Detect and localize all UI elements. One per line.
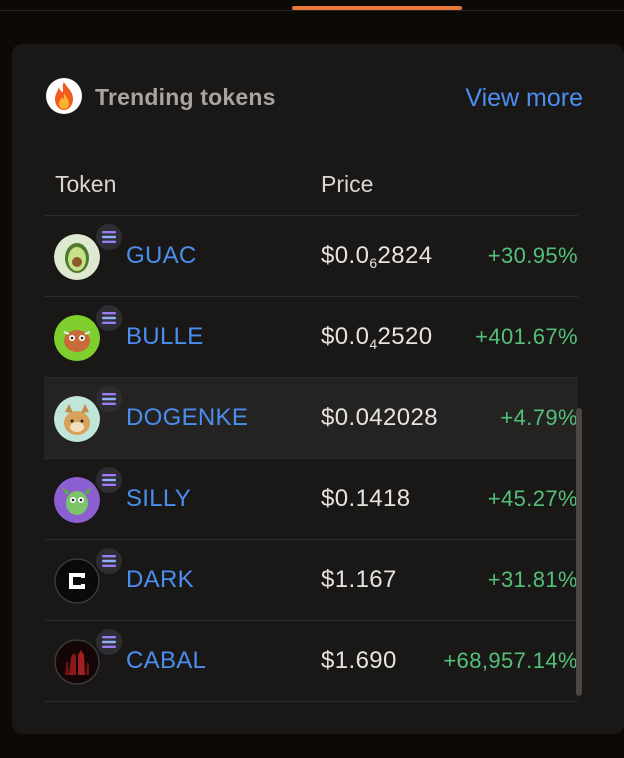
top-divider bbox=[0, 10, 624, 11]
token-symbol[interactable]: SILLY bbox=[126, 485, 191, 513]
fire-icon bbox=[46, 78, 82, 114]
token-symbol[interactable]: BULLE bbox=[126, 323, 204, 351]
solana-icon bbox=[94, 303, 124, 333]
solana-icon bbox=[94, 546, 124, 576]
token-price: $0.042028 bbox=[321, 404, 439, 431]
card-header: Trending tokens View more bbox=[12, 44, 624, 154]
token-avatar-dark bbox=[54, 558, 100, 604]
price-change: +4.79% bbox=[500, 405, 578, 430]
solana-icon bbox=[94, 222, 124, 252]
token-symbol[interactable]: DARK bbox=[126, 566, 194, 594]
price-change: +31.81% bbox=[487, 567, 578, 592]
price-change: +45.27% bbox=[487, 486, 578, 511]
solana-icon bbox=[94, 465, 124, 495]
column-header-token: Token bbox=[55, 171, 117, 197]
token-avatar-guac bbox=[54, 234, 100, 280]
price-change: +401.67% bbox=[475, 324, 578, 349]
token-avatar-silly bbox=[54, 477, 100, 523]
price-change: +30.95% bbox=[487, 243, 578, 268]
token-symbol[interactable]: DOGENKE bbox=[126, 404, 248, 432]
token-price: $0.1418 bbox=[321, 485, 411, 512]
column-header-price: Price bbox=[321, 171, 374, 197]
token-price: $1.167 bbox=[321, 566, 397, 593]
card-title: Trending tokens bbox=[95, 84, 276, 110]
token-avatar-cabal bbox=[54, 639, 100, 685]
price-change: +68,957.14% bbox=[443, 648, 578, 673]
scrollbar[interactable] bbox=[576, 408, 582, 696]
table-row[interactable]: DOGENKE $0.042028 +4.79% bbox=[44, 377, 578, 458]
view-more-link[interactable]: View more bbox=[465, 84, 583, 113]
trending-tokens-card: Trending tokens View more Token Price GU… bbox=[12, 44, 624, 734]
table-row[interactable]: BULLE $0.042520 +401.67% bbox=[44, 296, 578, 377]
token-symbol[interactable]: CABAL bbox=[126, 647, 206, 675]
table-row[interactable]: GUAC $0.062824 +30.95% bbox=[44, 215, 578, 296]
token-price: $0.062824 bbox=[321, 242, 433, 271]
table-row[interactable]: CABAL $1.690 +68,957.14% bbox=[44, 620, 578, 702]
tokens-table: GUAC $0.062824 +30.95% BULLE $0.042520 +… bbox=[44, 215, 578, 702]
table-row[interactable]: DARK $1.167 +31.81% bbox=[44, 539, 578, 620]
token-avatar-bulle bbox=[54, 315, 100, 361]
token-symbol[interactable]: GUAC bbox=[126, 242, 197, 270]
token-price: $0.042520 bbox=[321, 323, 433, 352]
table-row[interactable]: SILLY $0.1418 +45.27% bbox=[44, 458, 578, 539]
solana-icon bbox=[94, 627, 124, 657]
token-price: $1.690 bbox=[321, 647, 397, 674]
solana-icon bbox=[94, 384, 124, 414]
token-avatar-dogenke bbox=[54, 396, 100, 442]
